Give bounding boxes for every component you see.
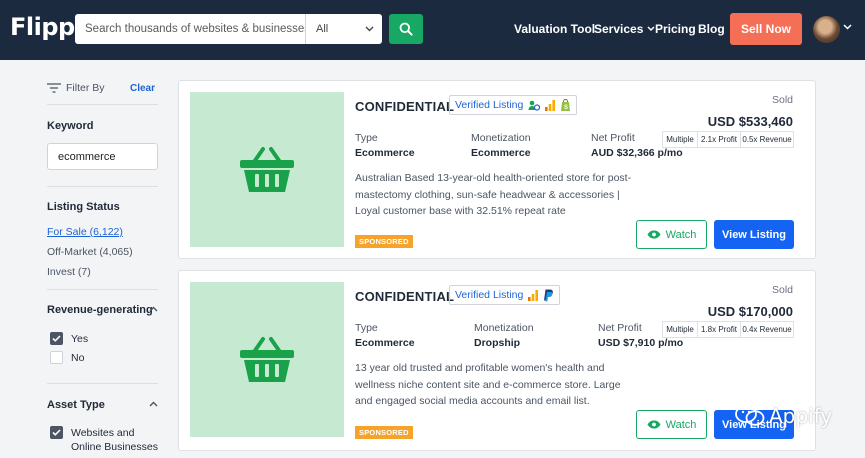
search-button[interactable] xyxy=(389,14,423,44)
top-nav-bar: Flippa All Valuation Tool Services Prici… xyxy=(0,0,865,60)
nav-services-label: Services xyxy=(594,22,644,36)
verified-listing-label: Verified Listing xyxy=(455,289,524,301)
net-profit-value: AUD $32,366 p/mo xyxy=(591,147,683,159)
shopping-basket-icon xyxy=(240,336,294,382)
listing-status: Sold xyxy=(771,94,793,106)
listing-card[interactable]: CONFIDENTIAL Verified Listing S Sold USD… xyxy=(178,80,816,259)
status-invest-link[interactable]: Invest (7) xyxy=(47,266,91,278)
listing-price: USD $533,460 xyxy=(707,114,793,129)
revenue-multiple: 0.4x Revenue xyxy=(740,321,794,338)
listing-status-heading: Listing Status xyxy=(47,201,120,213)
type-label: Type xyxy=(355,322,378,334)
checkmark-icon xyxy=(52,429,61,436)
svg-text:S: S xyxy=(564,105,568,111)
shopping-basket-icon xyxy=(240,146,294,192)
revenue-yes-label: Yes xyxy=(71,333,89,345)
filter-icon xyxy=(47,83,61,93)
verified-listing-badge: Verified Listing S xyxy=(449,95,578,115)
keyword-input[interactable] xyxy=(47,143,158,170)
type-label: Type xyxy=(355,132,378,144)
monetization-value: Ecommerce xyxy=(471,147,531,159)
revenue-no-label: No xyxy=(71,352,85,364)
asset-type-heading: Asset Type xyxy=(47,399,105,411)
chevron-down-icon xyxy=(365,26,374,32)
clear-filters-link[interactable]: Clear xyxy=(130,83,155,94)
sponsored-badge: SPONSORED xyxy=(355,235,413,248)
analytics-users-icon xyxy=(528,100,541,111)
verified-listing-badge: Verified Listing xyxy=(449,285,561,305)
keyword-heading: Keyword xyxy=(47,120,94,132)
verified-listing-label: Verified Listing xyxy=(455,99,524,111)
chevron-up-icon[interactable] xyxy=(149,401,158,407)
watermark-text: Appify xyxy=(769,404,833,428)
view-listing-button[interactable]: View Listing xyxy=(714,220,794,249)
wechat-icon xyxy=(735,405,765,426)
shopify-icon: S xyxy=(561,99,571,111)
sidebar-divider xyxy=(47,186,158,187)
listing-description: 13 year old trusted and profitable women… xyxy=(355,362,621,407)
listing-price: USD $170,000 xyxy=(707,304,793,319)
asset-websites-checkbox[interactable] xyxy=(50,426,63,439)
sidebar-divider xyxy=(47,104,158,105)
search-input[interactable] xyxy=(75,15,305,43)
multiple-label: Multiple xyxy=(662,131,698,148)
type-value: Ecommerce xyxy=(355,337,415,349)
revenue-no-checkbox[interactable] xyxy=(50,351,63,364)
monetization-label: Monetization xyxy=(474,322,534,334)
checkmark-icon xyxy=(52,335,61,342)
multiple-label: Multiple xyxy=(662,321,698,338)
chevron-up-icon[interactable] xyxy=(149,306,158,312)
google-analytics-icon xyxy=(545,99,556,111)
eye-icon xyxy=(647,230,661,239)
listing-thumbnail[interactable] xyxy=(190,92,344,247)
profit-multiple: 1.8x Profit xyxy=(697,321,741,338)
listing-card[interactable]: CONFIDENTIAL Verified Listing Sold USD $… xyxy=(178,270,816,451)
watch-button[interactable]: Watch xyxy=(636,410,707,439)
avatar[interactable] xyxy=(813,16,840,43)
net-profit-value: USD $7,910 p/mo xyxy=(598,337,684,349)
google-analytics-icon xyxy=(528,289,539,301)
listing-title[interactable]: CONFIDENTIAL xyxy=(355,289,454,304)
type-value: Ecommerce xyxy=(355,147,415,159)
net-profit-label: Net Profit xyxy=(598,322,642,334)
nav-pricing[interactable]: Pricing xyxy=(655,22,696,36)
sell-now-button[interactable]: Sell Now xyxy=(730,13,802,45)
category-select[interactable]: All xyxy=(306,14,382,44)
sidebar-divider xyxy=(47,289,158,290)
monetization-label: Monetization xyxy=(471,132,531,144)
profit-multiple: 2.1x Profit xyxy=(697,131,741,148)
listing-status: Sold xyxy=(771,284,793,296)
search-icon xyxy=(399,22,413,36)
appify-watermark: Appify xyxy=(735,404,832,428)
watch-button-label: Watch xyxy=(665,418,697,431)
category-select-value: All xyxy=(316,23,329,35)
listing-title[interactable]: CONFIDENTIAL xyxy=(355,99,454,114)
sponsored-badge: SPONSORED xyxy=(355,426,413,439)
monetization-value: Dropship xyxy=(474,337,521,349)
net-profit-label: Net Profit xyxy=(591,132,635,144)
watch-button-label: Watch xyxy=(665,228,697,241)
revenue-generating-heading: Revenue-generating xyxy=(47,304,153,316)
search-bar: All xyxy=(75,14,382,44)
nav-valuation-tool[interactable]: Valuation Tool xyxy=(514,22,595,36)
watch-button[interactable]: Watch xyxy=(636,220,707,249)
chevron-down-icon[interactable] xyxy=(843,24,852,30)
asset-websites-label: Websites and Online Businesses xyxy=(71,427,158,453)
eye-icon xyxy=(647,420,661,429)
status-off-market-link[interactable]: Off-Market (4,065) xyxy=(47,246,133,258)
paypal-icon xyxy=(544,289,554,301)
revenue-multiple: 0.5x Revenue xyxy=(740,131,794,148)
listing-description: Australian Based 13-year-old health-orie… xyxy=(355,172,632,217)
sidebar-divider xyxy=(47,383,158,384)
filter-by-label: Filter By xyxy=(66,82,105,94)
status-for-sale-link[interactable]: For Sale (6,122) xyxy=(47,226,123,238)
nav-blog[interactable]: Blog xyxy=(698,22,725,36)
listing-thumbnail[interactable] xyxy=(190,282,344,437)
filter-by-header: Filter By xyxy=(47,82,105,94)
nav-services[interactable]: Services xyxy=(594,22,655,36)
revenue-yes-checkbox[interactable] xyxy=(50,332,63,345)
